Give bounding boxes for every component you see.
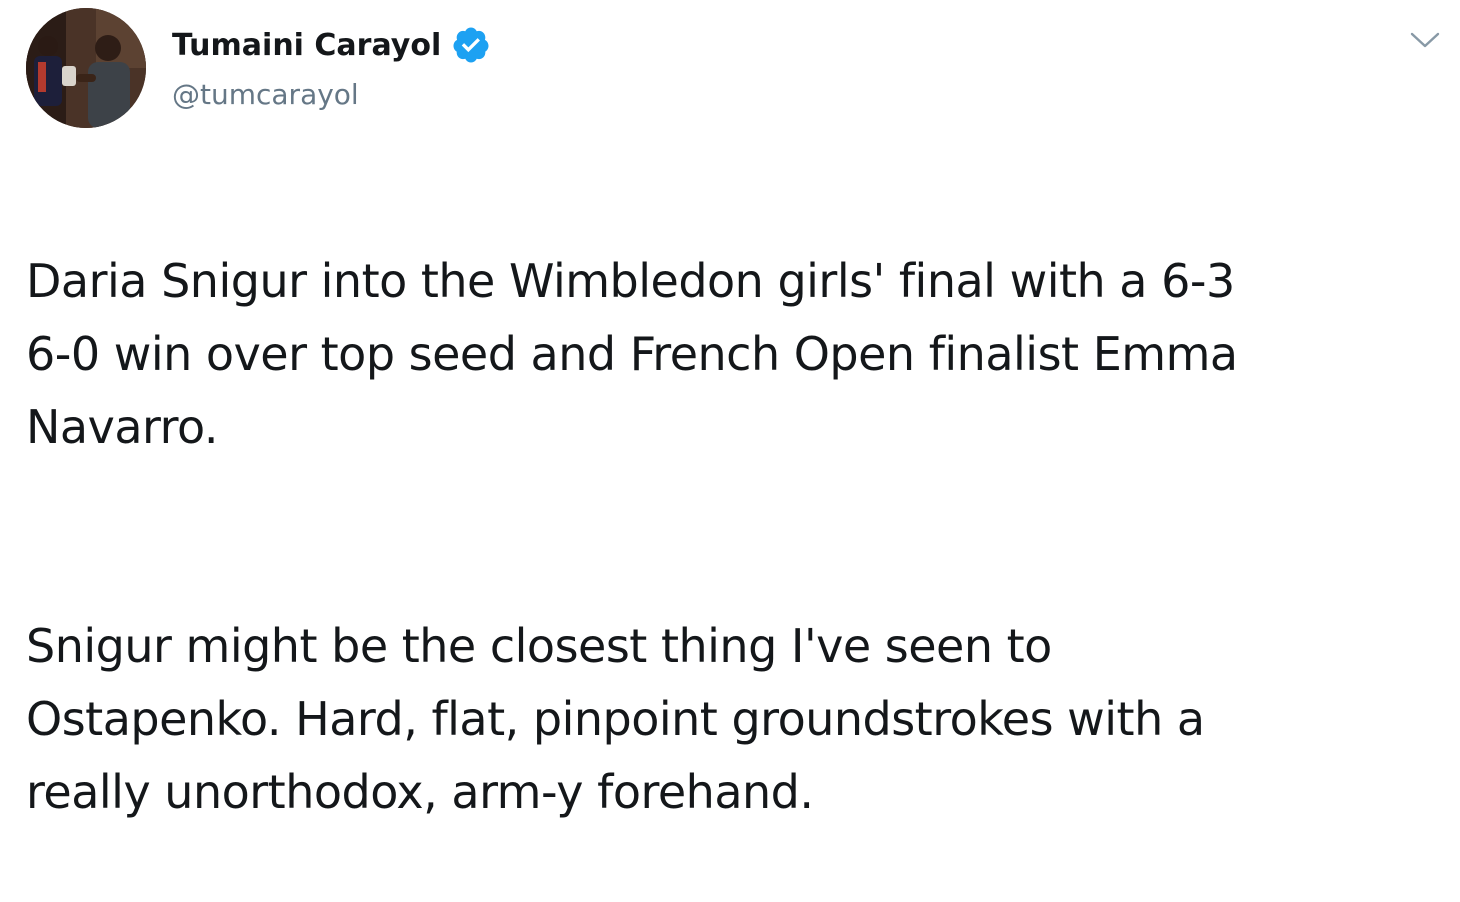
name-row: Tumaini Carayol	[172, 22, 491, 68]
tweet-card: Tumaini Carayol @tumcarayol Daria Snigur…	[0, 0, 1460, 819]
display-name[interactable]: Tumaini Carayol	[172, 28, 441, 63]
user-handle[interactable]: @tumcarayol	[172, 78, 491, 111]
chevron-down-icon[interactable]	[1408, 28, 1442, 52]
tweet-paragraph: Snigur might be the closest thing I've s…	[26, 619, 1205, 819]
tweet-paragraph: Daria Snigur into the Wimbledon girls' f…	[26, 254, 1238, 454]
tweet-text: Daria Snigur into the Wimbledon girls' f…	[26, 172, 1446, 902]
avatar[interactable]	[26, 8, 146, 128]
user-info: Tumaini Carayol @tumcarayol	[172, 22, 491, 111]
verified-badge-icon	[451, 25, 491, 65]
